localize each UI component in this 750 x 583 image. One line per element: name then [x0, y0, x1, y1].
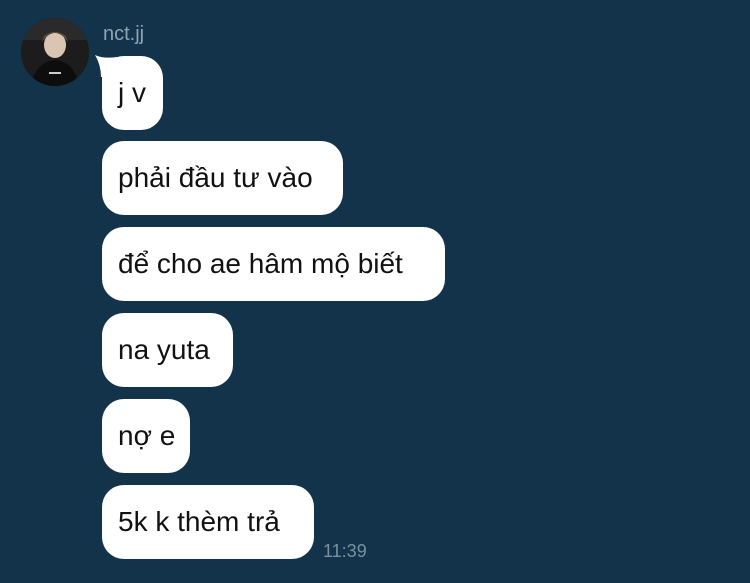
sender-name: nct.jj	[103, 23, 145, 45]
message-bubble-1[interactable]: j v	[102, 56, 163, 130]
message-bubble-2[interactable]: phải đầu tư vào	[102, 141, 343, 215]
message-timestamp: 11:39	[323, 541, 367, 561]
sender-avatar[interactable]	[21, 18, 89, 86]
message-bubble-4[interactable]: na yuta	[102, 313, 233, 387]
message-bubble-5[interactable]: nợ e	[102, 399, 190, 473]
message-bubble-6[interactable]: 5k k thèm trả	[102, 485, 314, 559]
message-bubble-3[interactable]: để cho ae hâm mộ biết	[102, 227, 445, 301]
profile-photo-icon	[21, 18, 89, 86]
